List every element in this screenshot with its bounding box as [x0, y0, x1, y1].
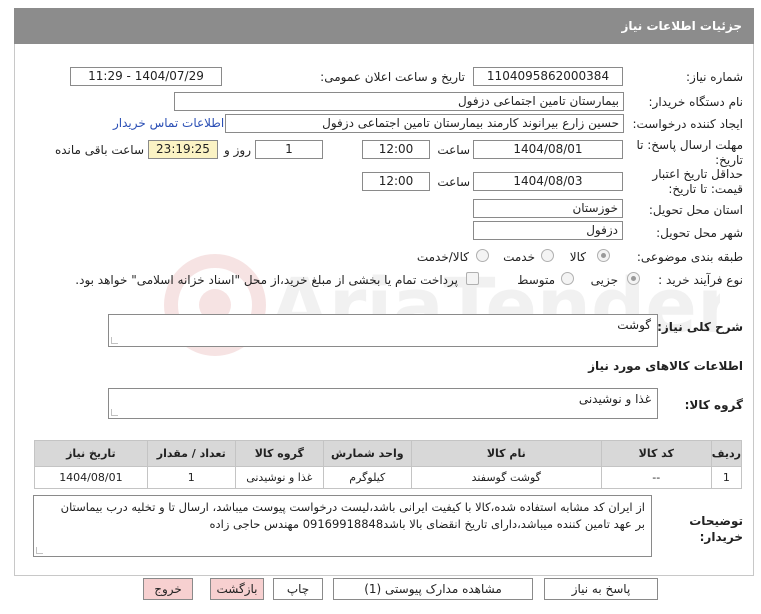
requester-field: حسین زارع بیرانوند کارمند بیمارستان تامی…	[225, 114, 624, 133]
cell-unit: کیلوگرم	[322, 466, 412, 489]
province-field: خوزستان	[473, 199, 623, 218]
buyer-notes-label: توضیحات	[689, 514, 743, 528]
deadline-time-label: ساعت	[437, 143, 470, 157]
days-field: 1	[255, 140, 323, 159]
process-minor-label: جزیی	[590, 273, 618, 287]
deadline-date-field: 1404/08/01	[473, 140, 623, 159]
category-service-radio[interactable]	[541, 249, 554, 262]
category-service-label: خدمت	[503, 250, 535, 264]
page-title: جزئیات اطلاعات نیاز	[14, 8, 754, 44]
category-goods-radio[interactable]	[597, 249, 610, 262]
exit-button[interactable]: خروج	[143, 578, 193, 600]
need-number-field: 1104095862000384	[473, 67, 623, 86]
resize-grip-icon	[111, 409, 118, 416]
col-code: کد کالا	[600, 440, 712, 467]
buyer-org-field: بیمارستان تامین اجتماعی دزفول	[174, 92, 624, 111]
city-field: دزفول	[473, 221, 623, 240]
buyer-notes-line-2: بر عهد تامین کننده میباشد،دارای تاریخ ان…	[209, 517, 646, 531]
table-row: 1 -- گوشت گوسفند کیلوگرم غذا و نوشیدنی 1…	[34, 466, 743, 489]
need-number-label: شماره نیاز:	[686, 70, 743, 84]
buyer-org-label: نام دستگاه خریدار:	[648, 95, 744, 109]
print-button[interactable]: چاپ	[273, 578, 323, 600]
buyer-notes-line-1: از ایران کد مشابه استفاده شده،کالا با کی…	[60, 500, 645, 514]
process-minor-radio[interactable]	[627, 272, 640, 285]
validity-label: حداقل تاریخ اعتبار	[652, 167, 743, 181]
goods-group-text: غذا و نوشیدنی	[578, 392, 651, 406]
validity-time-label: ساعت	[437, 175, 470, 189]
deadline-label: مهلت ارسال پاسخ: تا	[636, 138, 743, 152]
col-unit: واحد شمارش	[322, 440, 412, 467]
goods-table: ردیف کد کالا نام کالا واحد شمارش گروه کا…	[34, 440, 743, 489]
category-both-label: کالا/خدمت	[416, 250, 469, 264]
resize-grip-icon	[36, 547, 43, 554]
col-qty: تعداد / مقدار	[146, 440, 236, 467]
process-medium-label: متوسط	[517, 273, 555, 287]
announce-label: تاریخ و ساعت اعلان عمومی:	[320, 70, 465, 84]
cell-qty: 1	[146, 466, 236, 489]
col-name: نام کالا	[410, 440, 602, 467]
goods-section-title: اطلاعات کالاهای مورد نیاز	[588, 359, 743, 373]
attachments-button[interactable]: مشاهده مدارک پیوستی (1)	[333, 578, 533, 600]
process-label: نوع فرآیند خرید :	[658, 273, 743, 287]
validity-time-field: 12:00	[362, 172, 430, 191]
col-date: تاریخ نیاز	[34, 440, 148, 467]
city-label: شهر محل تحویل:	[656, 226, 743, 240]
cell-date: 1404/08/01	[34, 466, 148, 489]
summary-label: شرح کلی نیاز:	[657, 320, 743, 334]
goods-table-header: ردیف کد کالا نام کالا واحد شمارش گروه کا…	[34, 440, 743, 467]
cell-group: غذا و نوشیدنی	[234, 466, 324, 489]
col-group: گروه کالا	[234, 440, 324, 467]
cell-code: --	[600, 466, 712, 489]
days-label: روز و	[224, 143, 251, 157]
reply-button[interactable]: پاسخ به نیاز	[544, 578, 658, 600]
category-goods-label: کالا	[569, 250, 586, 264]
province-label: استان محل تحویل:	[648, 203, 743, 217]
announce-datetime-field: 1404/07/29 - 11:29	[70, 67, 222, 86]
back-button[interactable]: بازگشت	[210, 578, 264, 600]
buyer-notes-textarea: از ایران کد مشابه استفاده شده،کالا با کی…	[33, 495, 652, 557]
deadline-time-field: 12:00	[362, 140, 430, 159]
category-both-radio[interactable]	[476, 249, 489, 262]
process-medium-radio[interactable]	[561, 272, 574, 285]
resize-grip-icon	[111, 337, 118, 344]
remaining-time-field: 23:19:25	[148, 140, 218, 159]
goods-group-textarea: غذا و نوشیدنی	[108, 388, 658, 419]
cell-row: 1	[710, 466, 743, 489]
summary-text: گوشت	[617, 318, 651, 332]
validity-label-line2: قیمت: تا تاریخ:	[668, 182, 743, 196]
treasury-payment-checkbox[interactable]	[466, 272, 479, 285]
remaining-label: ساعت باقی مانده	[54, 143, 144, 157]
treasury-payment-note: پرداخت تمام یا بخشی از مبلغ خرید،از محل …	[75, 273, 458, 287]
category-label: طبقه بندی موضوعی:	[636, 250, 743, 264]
summary-textarea: گوشت	[108, 314, 658, 347]
validity-date-field: 1404/08/03	[473, 172, 623, 191]
deadline-label-line2: تاریخ:	[715, 153, 743, 167]
goods-group-label: گروه کالا:	[684, 398, 743, 412]
buyer-notes-label-line2: خریدار:	[699, 530, 743, 544]
cell-name: گوشت گوسفند	[410, 466, 602, 489]
requester-label: ایجاد کننده درخواست:	[632, 117, 743, 131]
buyer-contact-link[interactable]: اطلاعات تماس خریدار	[113, 116, 224, 130]
col-row: ردیف	[710, 440, 743, 467]
